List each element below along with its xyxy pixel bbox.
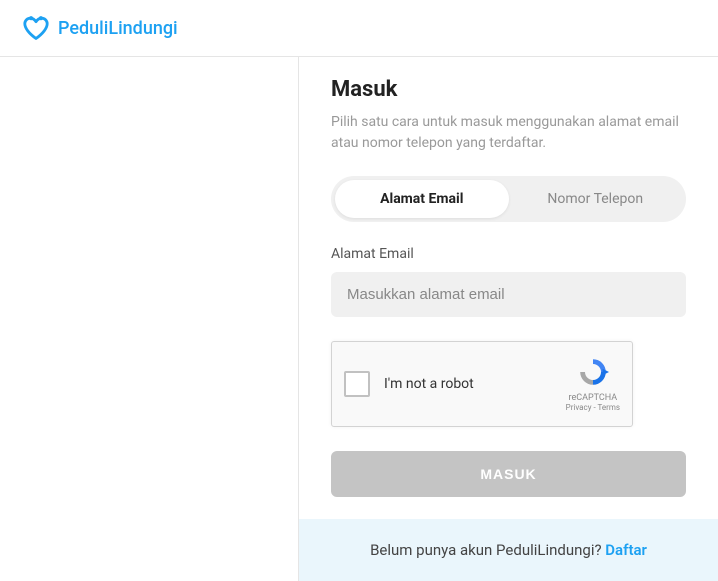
brand-name: PeduliLindungi <box>58 18 178 39</box>
recaptcha-branding: reCAPTCHA Privacy - Terms <box>566 356 620 412</box>
recaptcha-links[interactable]: Privacy - Terms <box>566 403 620 412</box>
recaptcha-name: reCAPTCHA <box>566 393 620 403</box>
pedulilindungi-icon <box>22 14 50 42</box>
signup-footer: Belum punya akun PeduliLindungi? Daftar <box>299 519 718 581</box>
page-title: Masuk <box>331 77 686 102</box>
brand-logo[interactable]: PeduliLindungi <box>22 14 178 42</box>
recaptcha-label: I'm not a robot <box>384 376 566 392</box>
signup-link[interactable]: Daftar <box>605 541 647 559</box>
header: PeduliLindungi <box>0 0 718 57</box>
recaptcha-checkbox[interactable] <box>344 371 370 397</box>
signup-text: Belum punya akun PeduliLindungi? <box>370 541 605 559</box>
page-subtitle: Pilih satu cara untuk masuk menggunakan … <box>331 112 686 154</box>
recaptcha-icon <box>577 356 609 388</box>
email-label: Alamat Email <box>331 246 686 262</box>
main: Masuk Pilih satu cara untuk masuk menggu… <box>0 57 718 581</box>
login-method-tabs: Alamat Email Nomor Telepon <box>331 176 686 222</box>
login-panel: Masuk Pilih satu cara untuk masuk menggu… <box>298 57 718 581</box>
recaptcha-widget: I'm not a robot reCAPTCHA Privacy - Term… <box>331 341 633 427</box>
tab-phone[interactable]: Nomor Telepon <box>509 180 683 218</box>
tab-email[interactable]: Alamat Email <box>335 180 509 218</box>
email-input[interactable] <box>331 272 686 317</box>
login-button[interactable]: MASUK <box>331 451 686 497</box>
login-form: Masuk Pilih satu cara untuk masuk menggu… <box>299 57 718 519</box>
left-spacer <box>0 57 298 581</box>
